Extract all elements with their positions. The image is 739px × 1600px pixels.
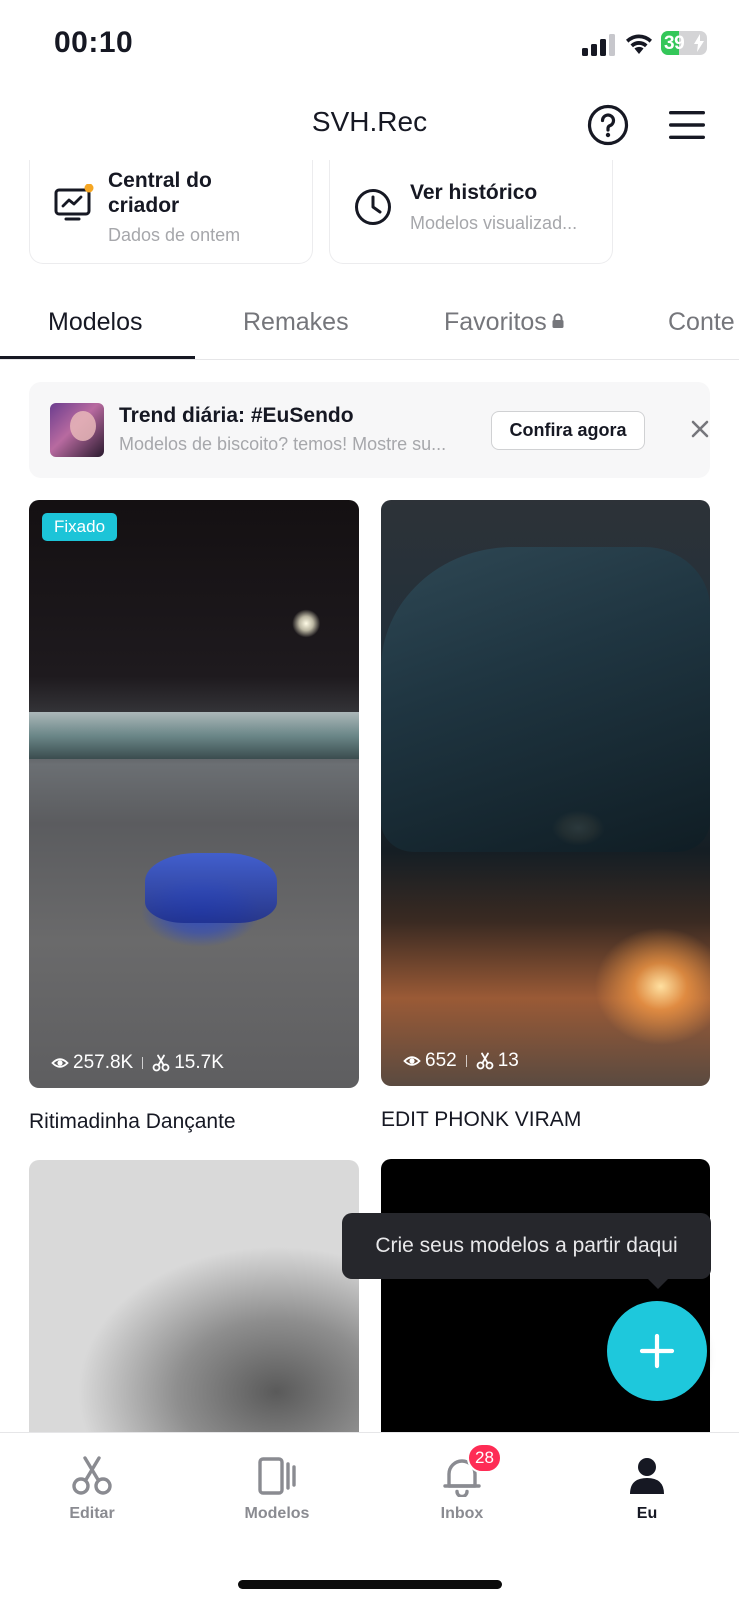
daily-trend-banner[interactable]: Trend diária: #EuSendo Modelos de biscoi… [29,382,710,478]
thumbnail-subject [381,546,710,852]
nav-label: Editar [69,1505,115,1522]
creator-center-card[interactable]: Central do criador Dados de ontem [29,160,313,264]
notification-badge: 28 [467,1443,502,1473]
template-title[interactable]: Ritimadinha Dançante [29,1110,236,1134]
create-template-button[interactable] [607,1301,707,1401]
nav-label: Eu [636,1505,658,1522]
template-thumbnail[interactable]: 652 13 [381,500,710,1086]
status-bar: 00:10 39 [0,0,739,90]
uses-count: 13 [497,1050,519,1071]
close-icon[interactable] [689,418,711,440]
views-count: 257.8K [73,1052,134,1073]
creator-center-subtitle: Dados de ontem [108,225,241,245]
scissors-icon [152,1054,170,1072]
active-tab-indicator [0,356,195,359]
nav-modelos[interactable]: Modelos [222,1455,332,1523]
hamburger-menu-icon[interactable] [668,108,706,142]
tab-label: Favoritos [444,308,547,336]
thumbnail-subject [144,852,277,924]
trend-subtitle: Modelos de biscoito? temos! Mostre su... [119,434,447,454]
eye-icon [51,1058,69,1068]
trend-title: Trend diária: #EuSendo [119,404,354,427]
create-template-tooltip: Crie seus modelos a partir daqui [342,1213,711,1279]
template-thumbnail[interactable]: Fixado 257.8K 15.7K [29,500,359,1088]
bottom-navigation: Editar Modelos 28 Inbox Eu [0,1432,739,1600]
nav-label: Inbox [440,1505,484,1522]
nav-inbox[interactable]: 28 Inbox [407,1443,517,1523]
view-history-card[interactable]: Ver histórico Modelos visualizad... [329,160,613,264]
tab-label: Modelos [48,308,143,336]
template-title[interactable]: EDIT PHONK VIRAM [381,1108,581,1132]
nav-eu[interactable]: Eu [592,1455,702,1523]
charging-bolt-icon [694,34,704,52]
uses-count: 15.7K [174,1052,224,1073]
plus-icon [639,1333,675,1369]
stats-separator [465,1055,467,1067]
clock-icon [355,189,391,225]
battery-indicator: 39 [661,31,707,55]
check-now-button[interactable]: Confira agora [491,411,645,450]
tab-label: Remakes [243,308,349,336]
template-stats: 257.8K 15.7K [51,1052,224,1074]
view-history-subtitle: Modelos visualizad... [410,213,578,233]
wifi-icon [626,34,652,54]
nav-label: Modelos [244,1505,310,1522]
status-time: 00:10 [54,26,134,59]
tab-label: Conte [668,308,735,336]
template-thumbnail[interactable] [29,1160,359,1450]
profile-icon [630,1458,664,1494]
question-circle-icon[interactable] [587,104,629,146]
scissors-icon [72,1456,112,1495]
creator-center-title-line1: Central do [108,169,212,192]
nav-editar[interactable]: Editar [37,1455,147,1523]
tab-modelos[interactable]: Modelos [48,308,143,337]
scissors-icon [476,1052,494,1070]
tab-conteudo[interactable]: Conte [668,308,735,337]
analytics-monitor-icon [54,184,94,221]
creator-center-title-line2: criador [108,194,180,217]
home-indicator [238,1580,502,1589]
stats-separator [142,1057,144,1069]
view-history-title: Ver histórico [410,181,538,204]
lock-icon [552,313,564,329]
thumbnail-scene [29,711,359,759]
tab-favoritos[interactable]: Favoritos [444,308,565,337]
views-count: 652 [425,1050,457,1071]
trend-thumbnail [50,403,104,457]
profile-tabs: Modelos Remakes Favoritos Conte [0,290,739,360]
templates-icon [258,1457,296,1495]
tab-remakes[interactable]: Remakes [243,308,349,337]
cellular-signal-icon [582,34,615,56]
pinned-badge: Fixado [42,513,118,541]
eye-icon [403,1056,421,1066]
template-stats: 652 13 [403,1050,519,1072]
tooltip-arrow [648,1279,668,1289]
